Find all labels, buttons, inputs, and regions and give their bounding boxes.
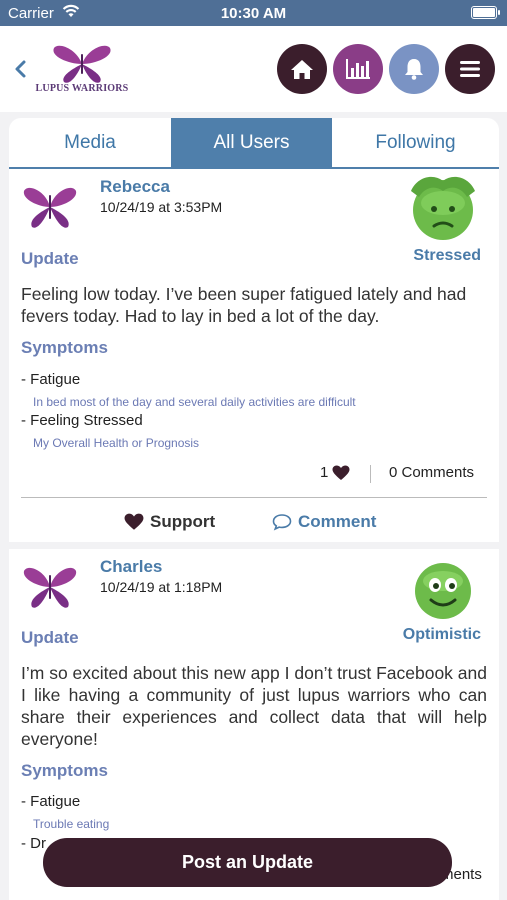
mood-label: Optimistic	[402, 626, 481, 643]
comment-count[interactable]: 0 Comments	[389, 464, 474, 481]
home-icon	[291, 60, 313, 79]
status-bar: Carrier 10:30 AM	[0, 0, 507, 26]
tab-following[interactable]: Following	[332, 118, 499, 167]
post-type-label: Update	[21, 249, 79, 268]
menu-icon	[460, 61, 480, 77]
heart-icon	[124, 513, 144, 530]
post-body: Feeling low today. I’ve been super fatig…	[21, 284, 467, 326]
like-count-value: 1	[320, 464, 329, 481]
chart-icon	[346, 59, 370, 79]
mood-label: Stressed	[413, 247, 481, 264]
symptom-item: - Feeling Stressed	[21, 412, 143, 429]
notifications-button[interactable]	[389, 44, 439, 94]
tab-media[interactable]: Media	[9, 118, 171, 167]
symptoms-heading: Symptoms	[21, 761, 108, 780]
bell-icon	[405, 59, 423, 80]
symptom-item: - Dr	[21, 835, 46, 852]
heart-icon	[332, 465, 350, 480]
menu-button[interactable]	[445, 44, 495, 94]
post-card: Rebecca 10/24/19 at 3:53PM Stressed Upda…	[9, 169, 499, 542]
home-button[interactable]	[277, 44, 327, 94]
symptom-note: Trouble eating	[33, 817, 110, 831]
feed-tabs: Media All Users Following	[9, 118, 499, 169]
action-divider	[21, 497, 487, 498]
stressed-face-icon	[411, 176, 475, 240]
comment-button[interactable]: Comment	[272, 512, 376, 532]
back-chevron-icon[interactable]	[10, 54, 32, 84]
post-update-button[interactable]: Post an Update	[43, 838, 452, 887]
like-count[interactable]: 1	[320, 464, 350, 481]
feed-panel: Media All Users Following Rebecca 10/24/…	[9, 118, 499, 900]
symptom-item: - Fatigue	[21, 371, 81, 388]
butterfly-logo-icon	[53, 45, 111, 83]
post-type-label: Update	[21, 628, 79, 647]
support-button[interactable]: Support	[124, 512, 215, 532]
support-label: Support	[150, 512, 216, 531]
battery-icon	[471, 6, 500, 19]
post-timestamp: 10/24/19 at 3:53PM	[100, 199, 223, 215]
post-username[interactable]: Charles	[100, 557, 162, 577]
symptom-item: - Fatigue	[21, 793, 81, 810]
optimistic-face-icon	[415, 563, 471, 619]
post-body: I’m so excited about this new app I don’…	[21, 663, 487, 749]
app-header: LUPUS WARRIORS	[0, 26, 507, 112]
symptom-note: My Overall Health or Prognosis	[33, 436, 200, 450]
post-timestamp: 10/24/19 at 1:18PM	[100, 579, 223, 595]
clock: 10:30 AM	[220, 5, 287, 22]
butterfly-avatar-icon	[23, 567, 77, 608]
butterfly-avatar-icon	[23, 187, 77, 228]
app-logo: LUPUS WARRIORS	[30, 42, 134, 98]
comment-label: Comment	[298, 512, 377, 531]
post-separator	[9, 542, 499, 549]
symptoms-heading: Symptoms	[21, 338, 108, 357]
symptom-note: In bed most of the day and several daily…	[33, 395, 356, 409]
tab-all-users[interactable]: All Users	[171, 118, 332, 167]
logo-wordmark: LUPUS WARRIORS	[35, 83, 129, 94]
post-username[interactable]: Rebecca	[100, 177, 170, 197]
meta-divider	[370, 465, 371, 483]
stats-button[interactable]	[333, 44, 383, 94]
speech-bubble-icon	[272, 514, 292, 531]
